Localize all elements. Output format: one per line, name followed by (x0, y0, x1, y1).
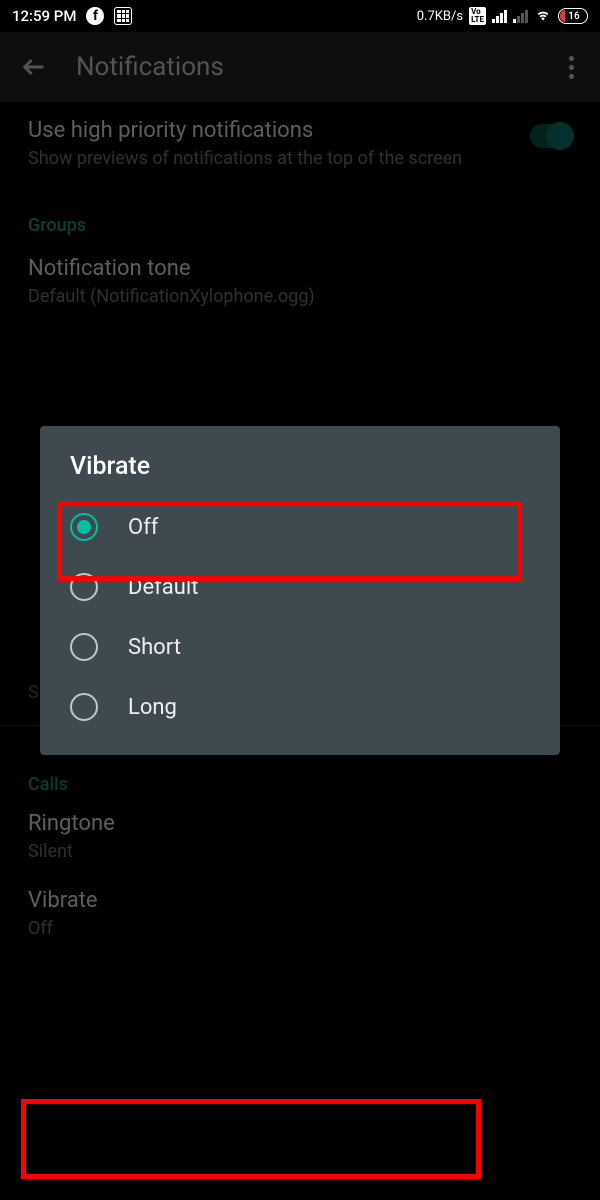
data-rate: 0.7KB/s (417, 9, 463, 24)
radio-icon (70, 573, 98, 601)
ringtone-row[interactable]: Ringtone Silent (28, 799, 572, 876)
calls-vibrate-row[interactable]: Vibrate Off (28, 876, 572, 953)
volte-icon: VoLTE (469, 7, 486, 25)
vibrate-sub: Off (28, 917, 572, 941)
dialog-title: Vibrate (40, 452, 560, 497)
radio-icon (70, 513, 98, 541)
apps-icon (114, 7, 132, 25)
option-label: Short (128, 635, 181, 660)
app-bar: Notifications (0, 32, 600, 102)
tone-sub: Default (NotificationXylophone.ogg) (28, 285, 572, 309)
priority-notifications-row[interactable]: Use high priority notifications Show pre… (28, 102, 572, 187)
option-default[interactable]: Default (40, 557, 560, 617)
radio-icon (70, 633, 98, 661)
option-off[interactable]: Off (40, 497, 560, 557)
signal-icon (492, 9, 507, 23)
option-short[interactable]: Short (40, 617, 560, 677)
radio-icon (70, 693, 98, 721)
priority-switch[interactable] (530, 124, 572, 148)
signal-icon-2 (513, 9, 528, 23)
tone-title: Notification tone (28, 256, 572, 281)
priority-sub: Show previews of notifications at the to… (28, 147, 530, 171)
option-label: Off (128, 515, 158, 540)
vibrate-title: Vibrate (28, 888, 572, 913)
battery-icon: 16 (558, 8, 588, 24)
status-time: 12:59 PM (12, 7, 76, 25)
status-bar: 12:59 PM f 0.7KB/s VoLTE 16 (0, 0, 600, 32)
facebook-icon: f (86, 7, 104, 25)
overflow-icon[interactable] (563, 50, 580, 85)
wifi-icon (534, 9, 552, 23)
page-title: Notifications (76, 52, 535, 82)
annotation-highlight-vibrate (21, 1099, 481, 1179)
ringtone-sub: Silent (28, 840, 572, 864)
notification-tone-row[interactable]: Notification tone Default (NotificationX… (28, 240, 572, 325)
option-label: Default (128, 575, 198, 600)
option-label: Long (128, 695, 177, 720)
vibrate-dialog: Vibrate Off Default Short Long (40, 426, 560, 755)
groups-header: Groups (28, 187, 572, 240)
ringtone-title: Ringtone (28, 811, 572, 836)
back-icon[interactable] (20, 53, 48, 81)
priority-title: Use high priority notifications (28, 118, 530, 143)
option-long[interactable]: Long (40, 677, 560, 737)
